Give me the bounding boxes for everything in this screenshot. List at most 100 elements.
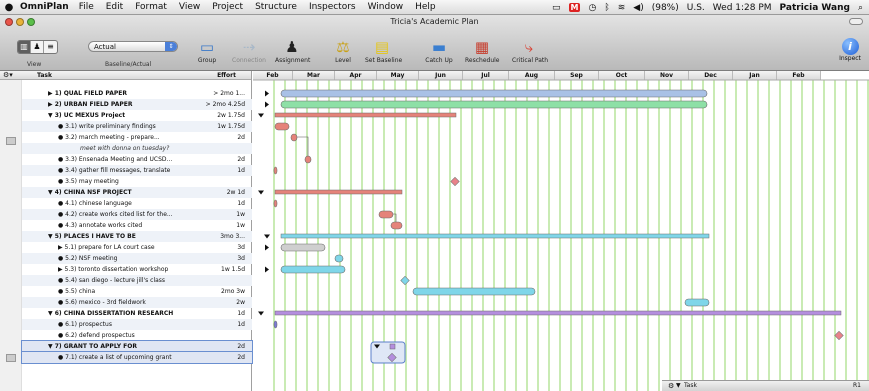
task-effort[interactable]: 1w: [236, 209, 245, 220]
task-name[interactable]: ▼ 5) PLACES I HAVE TO BE: [48, 231, 136, 242]
task-row[interactable]: ● 6.2) defend prospectus: [22, 330, 252, 341]
task-row[interactable]: ▼ 5) PLACES I HAVE TO BE 3mo 3...: [22, 231, 252, 242]
task-row[interactable]: ▼ 4) CHINA NSF PROJECT 2w 1d: [22, 187, 252, 198]
task-row[interactable]: ▼ 3) UC MEXUS Project 2w 1.75d: [22, 110, 252, 121]
task-name[interactable]: ● 5.2) NSF meeting: [58, 253, 117, 264]
task-effort[interactable]: 2w 1d: [227, 187, 245, 198]
task-name[interactable]: ▼ 6) CHINA DISSERTATION RESEARCH: [48, 308, 173, 319]
task-name[interactable]: ● 5.5) china: [58, 286, 95, 297]
gantt-chart[interactable]: Feb Mar Apr May Jun Jul Aug Sep Oct Nov Dec Jan Feb: [253, 71, 869, 391]
toolbar-toggle-button[interactable]: [849, 18, 863, 25]
chinese-language-bar[interactable]: [273, 199, 278, 208]
task-name[interactable]: ● 6.1) prospectus: [58, 319, 112, 330]
bluetooth-icon[interactable]: ᛒ: [604, 3, 609, 13]
task-name[interactable]: ● 4.3) annotate works cited: [58, 220, 142, 231]
task-effort[interactable]: 1d: [237, 165, 245, 176]
volume-icon[interactable]: ◀): [633, 3, 643, 13]
set-baseline-button[interactable]: ▤ Set Baseline: [365, 37, 402, 64]
task-name[interactable]: ● 3.5) may meeting: [58, 176, 119, 187]
china-trip-bar[interactable]: [412, 287, 536, 296]
task-row[interactable]: ● 3.1) write preliminary findings 1w 1.75…: [22, 121, 252, 132]
task-name[interactable]: ● 7.1) create a list of upcoming grant: [58, 352, 172, 363]
menu-help[interactable]: Help: [415, 2, 436, 12]
task-row[interactable]: ● 5.5) china 2mo 3w: [22, 286, 252, 297]
task-effort[interactable]: 3mo 3...: [220, 231, 245, 242]
view-resource-button[interactable]: ♟: [31, 41, 44, 53]
task-effort[interactable]: > 2mo 4.25d: [206, 99, 245, 110]
march-meeting-bar[interactable]: [290, 133, 298, 142]
task-effort[interactable]: 2d: [237, 352, 245, 363]
critical-path-button[interactable]: ⤷ Critical Path: [512, 37, 548, 64]
baseline-popup[interactable]: Actual ⇕: [88, 41, 178, 52]
disclosure-triangle[interactable]: [258, 311, 264, 316]
qual-field-paper-bar[interactable]: [280, 89, 708, 98]
task-row[interactable]: ● 6.1) prospectus 1d: [22, 319, 252, 330]
menu-file[interactable]: File: [79, 2, 94, 12]
task-row[interactable]: ● 4.3) annotate works cited 1w: [22, 220, 252, 231]
task-effort[interactable]: 1w 1.5d: [221, 264, 245, 275]
task-row[interactable]: ● 3.5) may meeting: [22, 176, 252, 187]
china-research-group-bar[interactable]: [274, 310, 842, 316]
task-effort[interactable]: 2w: [236, 297, 245, 308]
task-name[interactable]: ● 3.1) write preliminary findings: [58, 121, 156, 132]
task-name[interactable]: ● 4.2) create works cited list for the..…: [58, 209, 173, 220]
task-effort[interactable]: 1d: [237, 308, 245, 319]
works-cited-bar[interactable]: [378, 210, 394, 219]
filter-icon[interactable]: ▼: [676, 381, 681, 391]
task-row[interactable]: ● 5.4) san diego - lecture jill's class: [22, 275, 252, 286]
nsf-meeting-bar[interactable]: [334, 254, 344, 263]
defend-prospectus-milestone[interactable]: [834, 330, 844, 341]
menu-edit[interactable]: Edit: [106, 2, 123, 12]
mexico-fieldwork-bar[interactable]: [684, 298, 710, 307]
task-name[interactable]: ● 5.4) san diego - lecture jill's class: [58, 275, 165, 286]
china-nsf-group-bar[interactable]: [274, 189, 403, 195]
task-name[interactable]: ▼ 4) CHINA NSF PROJECT: [48, 187, 132, 198]
wifi-icon[interactable]: ≋: [618, 3, 626, 13]
disclosure-triangle[interactable]: [258, 113, 264, 118]
battery-indicator[interactable]: (98%): [652, 3, 679, 13]
menu-inspectors[interactable]: Inspectors: [309, 2, 356, 12]
column-options-icon[interactable]: ⚙▾: [3, 71, 13, 79]
spaces-icon[interactable]: ▭: [552, 3, 561, 13]
level-button[interactable]: ⚖ Level: [326, 37, 360, 64]
mail-icon[interactable]: M: [568, 3, 581, 12]
connection-button[interactable]: ⇢ Connection: [232, 37, 266, 64]
task-name[interactable]: ● 3.4) gather fill messages, translate: [58, 165, 170, 176]
task-effort[interactable]: 3d: [237, 253, 245, 264]
task-name[interactable]: ▶ 5.3) toronto dissertation workshop: [58, 264, 168, 275]
task-effort[interactable]: 2mo 3w: [221, 286, 245, 297]
task-row[interactable]: ▶ 1) QUAL FIELD PAPER > 2mo 1...: [22, 88, 252, 99]
task-name[interactable]: ▶ 2) URBAN FIELD PAPER: [48, 99, 132, 110]
gather-messages-bar[interactable]: [273, 166, 278, 175]
task-effort[interactable]: 2w 1.75d: [217, 110, 245, 121]
disclosure-triangle[interactable]: [265, 244, 269, 251]
note-icon[interactable]: [6, 354, 16, 362]
filter-options-icon[interactable]: ⚙: [668, 381, 674, 391]
apple-menu-icon[interactable]: ●: [0, 2, 18, 13]
inspect-button[interactable]: i Inspect: [837, 38, 863, 62]
annotate-works-bar[interactable]: [390, 221, 403, 230]
task-effort[interactable]: 2d: [237, 341, 245, 352]
task-row[interactable]: ● 4.1) chinese language 1d: [22, 198, 252, 209]
task-name[interactable]: ▶ 1) QUAL FIELD PAPER: [48, 88, 127, 99]
task-name[interactable]: meet with donna on tuesday?: [80, 143, 169, 154]
san-diego-milestone[interactable]: [400, 275, 410, 286]
disclosure-triangle[interactable]: [265, 90, 269, 97]
task-name[interactable]: ● 4.1) chinese language: [58, 198, 132, 209]
task-effort[interactable]: 1d: [237, 198, 245, 209]
ensenada-meeting-bar[interactable]: [304, 155, 312, 164]
toronto-workshop-bar[interactable]: [280, 265, 346, 274]
task-row[interactable]: ● 4.2) create works cited list for the..…: [22, 209, 252, 220]
clock[interactable]: Wed 1:28 PM: [713, 3, 772, 13]
may-meeting-milestone[interactable]: [450, 176, 460, 187]
task-row[interactable]: ● 5.2) NSF meeting 3d: [22, 253, 252, 264]
menu-window[interactable]: Window: [368, 2, 404, 12]
task-effort[interactable]: 2d: [237, 154, 245, 165]
task-row[interactable]: ▶ 5.1) prepare for LA court case 3d: [22, 242, 252, 253]
write-findings-bar[interactable]: [274, 122, 290, 131]
task-column-header[interactable]: Task: [37, 72, 52, 79]
task-effort[interactable]: 2d: [237, 132, 245, 143]
menu-structure[interactable]: Structure: [255, 2, 297, 12]
prospectus-bar[interactable]: [273, 320, 278, 329]
catch-up-button[interactable]: ▬ Catch Up: [422, 37, 456, 64]
